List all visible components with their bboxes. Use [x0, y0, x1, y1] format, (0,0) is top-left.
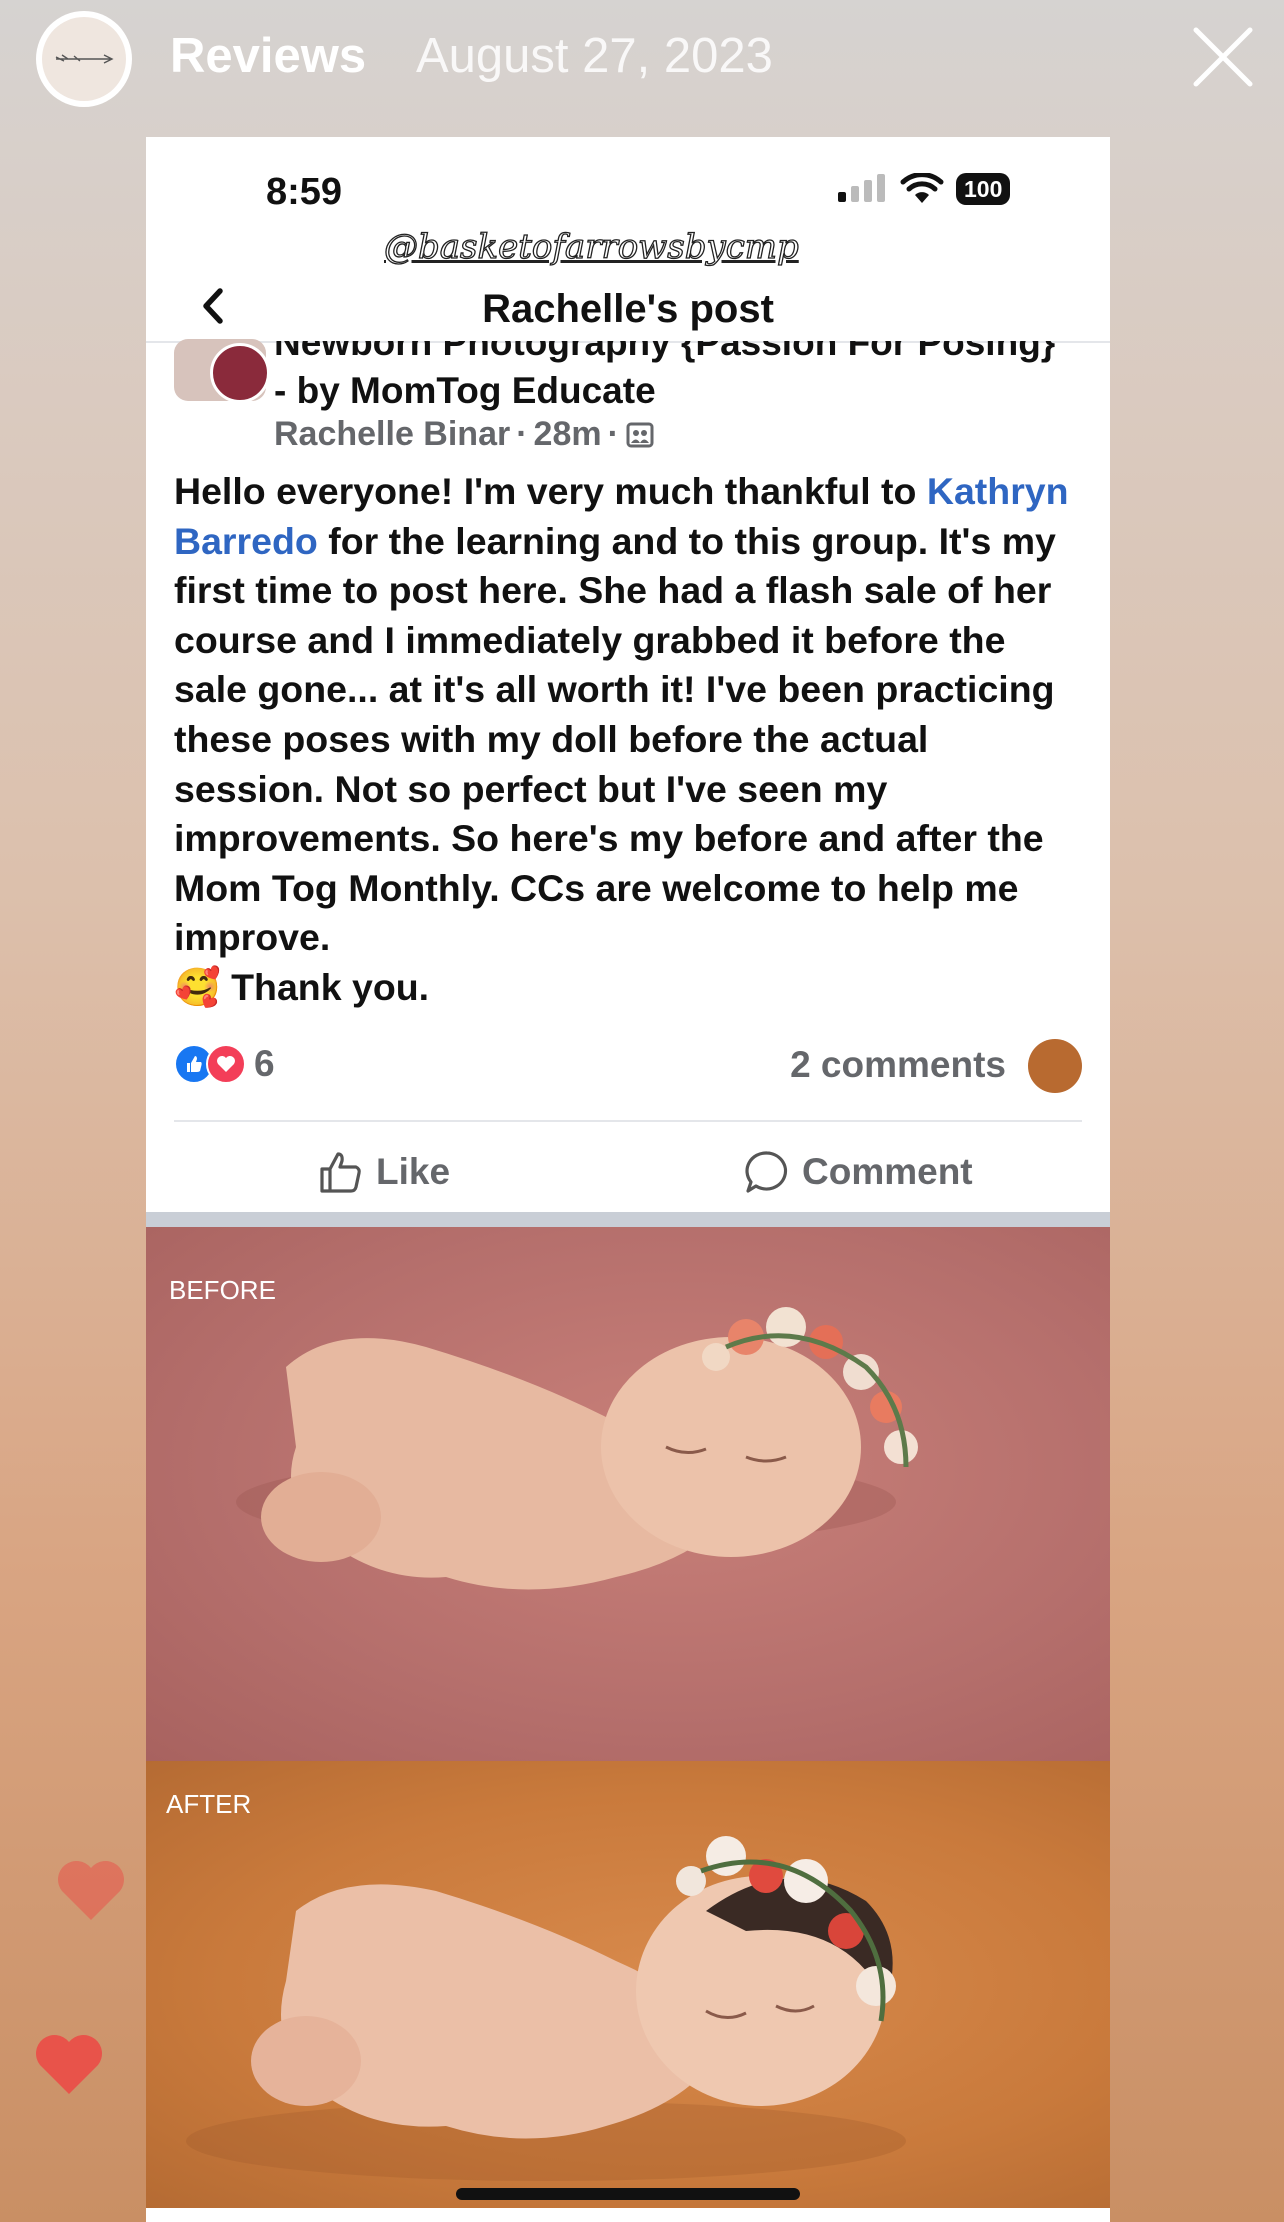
reactions[interactable]: 6	[174, 1043, 275, 1085]
love-reaction-icon	[206, 1044, 246, 1084]
page-title: Rachelle's post	[482, 287, 774, 331]
story-date: August 27, 2023	[416, 29, 773, 83]
sleeping-newborn-image	[236, 1307, 918, 1590]
post-screenshot: 8:59 100 @basketofarrowsbycmp Rachelle's…	[146, 137, 1110, 2222]
meta-separator: ·	[607, 415, 619, 453]
post-text-body: for the learning and to this group. It's…	[174, 519, 1056, 959]
comments-count[interactable]: 2 comments	[790, 1044, 1006, 1086]
author-name[interactable]: Rachelle Binar	[274, 415, 510, 454]
emoji: 🥰	[174, 965, 221, 1008]
after-label: AFTER	[166, 1789, 252, 1819]
floating-heart-icon	[56, 1860, 126, 1927]
post-text-closing: Thank you.	[231, 965, 430, 1008]
wifi-icon	[900, 173, 944, 203]
post-text-intro: Hello everyone! I'm very much thankful t…	[174, 470, 917, 512]
sleeping-newborn-image	[186, 1836, 906, 2181]
before-photo[interactable]: BEFORE	[146, 1227, 1110, 1761]
signal-icon	[838, 174, 885, 202]
status-time: 8:59	[266, 171, 343, 213]
post-text: Hello everyone! I'm very much thankful t…	[174, 467, 1086, 1013]
before-label: BEFORE	[169, 1275, 276, 1305]
thumbs-up-icon	[320, 1152, 361, 1193]
comment-label: Comment	[802, 1151, 973, 1192]
story-avatar[interactable]	[36, 11, 132, 107]
battery-indicator: 100	[956, 173, 1011, 205]
commenter-avatar	[1028, 1039, 1082, 1093]
section-separator	[146, 1212, 1110, 1227]
bottom-strip	[146, 2208, 1110, 2222]
author-avatar[interactable]	[210, 343, 270, 403]
post-meta: Rachelle Binar · 28m ·	[274, 415, 655, 454]
story-title: Reviews	[170, 29, 367, 83]
close-icon	[1193, 27, 1253, 87]
arrows-logo-icon	[55, 54, 114, 64]
status-bar: 8:59 100	[146, 137, 1110, 237]
post-time[interactable]: 28m	[534, 415, 602, 454]
story-avatar-logo	[42, 17, 126, 101]
watermark: @basketofarrowsbycmp	[383, 226, 799, 267]
close-button[interactable]	[1188, 22, 1258, 92]
meta-separator: ·	[516, 415, 528, 453]
story-header: Reviews August 27, 2023	[0, 0, 1284, 120]
after-photo[interactable]: AFTER	[146, 1761, 1110, 2208]
status-icons: 100	[836, 173, 1011, 205]
divider	[174, 1120, 1082, 1122]
reaction-count: 6	[254, 1043, 275, 1084]
comment-button[interactable]: Comment	[744, 1137, 973, 1207]
heart-icon[interactable]	[34, 2034, 104, 2101]
like-button[interactable]: Like	[318, 1137, 450, 1207]
home-indicator[interactable]	[456, 2188, 800, 2200]
like-label: Like	[376, 1151, 451, 1192]
comment-bubble-icon	[745, 1151, 788, 1193]
group-audience-icon	[626, 422, 654, 447]
